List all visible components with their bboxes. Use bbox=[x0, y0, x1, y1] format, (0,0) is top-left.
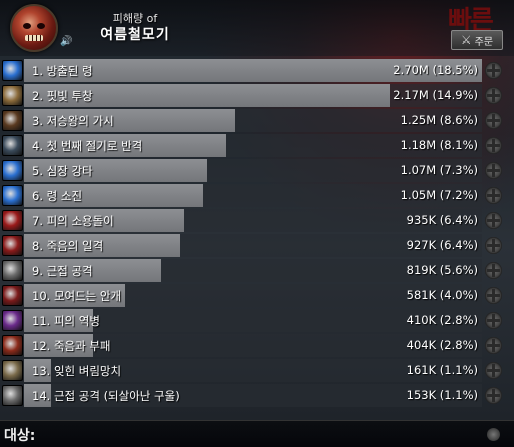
spell-name: 12. 죽음과 부패 bbox=[32, 339, 111, 353]
row-drag-handle-icon[interactable] bbox=[485, 87, 502, 104]
row-drag-handle-icon[interactable] bbox=[485, 112, 502, 129]
spell-row[interactable]: 9. 근접 공격 819K (5.6%) bbox=[0, 258, 514, 283]
spell-damage-value: 153K (1.1%) bbox=[406, 388, 478, 402]
spell-damage-value: 410K (2.8%) bbox=[406, 313, 478, 327]
spell-icon bbox=[2, 360, 23, 381]
target-label: 대상: bbox=[4, 428, 36, 444]
spell-icon bbox=[2, 135, 23, 156]
row-drag-handle-icon[interactable] bbox=[485, 387, 502, 404]
row-drag-handle-icon[interactable] bbox=[485, 287, 502, 304]
spells-toggle-button[interactable]: ⚔ 주문 bbox=[451, 30, 503, 50]
spell-name: 5. 심장 강타 bbox=[32, 164, 93, 178]
spell-row[interactable]: 5. 심장 강타 1.07M (7.3%) bbox=[0, 158, 514, 183]
swords-icon: ⚔ bbox=[460, 33, 472, 47]
spell-damage-value: 1.05M (7.2%) bbox=[400, 188, 478, 202]
spell-row[interactable]: 12. 죽음과 부패 404K (2.8%) bbox=[0, 333, 514, 358]
spell-damage-value: 404K (2.8%) bbox=[406, 338, 478, 352]
target-footer: 대상: bbox=[0, 420, 514, 447]
spell-row[interactable]: 3. 저승왕의 가시 1.25M (8.6%) bbox=[0, 108, 514, 133]
spell-icon bbox=[2, 285, 23, 306]
spell-name: 14. 근접 공격 (되살아난 구울) bbox=[32, 389, 180, 403]
spell-row[interactable]: 7. 피의 소용돌이 935K (6.4%) bbox=[0, 208, 514, 233]
row-drag-handle-icon[interactable] bbox=[485, 337, 502, 354]
spell-name: 2. 핏빛 투창 bbox=[32, 89, 93, 103]
spell-damage-value: 581K (4.0%) bbox=[406, 288, 478, 302]
spell-row[interactable]: 6. 령 소진 1.05M (7.2%) bbox=[0, 183, 514, 208]
spell-icon bbox=[2, 310, 23, 331]
spell-icon bbox=[2, 260, 23, 281]
spell-row[interactable]: 13. 잊힌 벼림망치 161K (1.1%) bbox=[0, 358, 514, 383]
spell-damage-value: 2.17M (14.9%) bbox=[393, 88, 478, 102]
spell-damage-value: 1.07M (7.3%) bbox=[400, 163, 478, 177]
spell-icon bbox=[2, 160, 23, 181]
spell-damage-value: 1.18M (8.1%) bbox=[400, 138, 478, 152]
spell-name: 13. 잊힌 벼림망치 bbox=[32, 364, 122, 378]
player-name-title: 여름철모기 bbox=[100, 27, 170, 43]
spell-damage-value: 2.70M (18.5%) bbox=[393, 63, 478, 77]
spell-icon bbox=[2, 110, 23, 131]
spell-name: 1. 방출된 령 bbox=[32, 64, 93, 78]
spell-row[interactable]: 11. 피의 역병 410K (2.8%) bbox=[0, 308, 514, 333]
spell-icon bbox=[2, 385, 23, 406]
spell-row[interactable]: 10. 모여드는 안개 581K (4.0%) bbox=[0, 283, 514, 308]
spell-row[interactable]: 14. 근접 공격 (되살아난 구울) 153K (1.1%) bbox=[0, 383, 514, 408]
spell-icon bbox=[2, 85, 23, 106]
spell-row[interactable]: 1. 방출된 령 2.70M (18.5%) bbox=[0, 58, 514, 83]
spell-damage-value: 819K (5.6%) bbox=[406, 263, 478, 277]
row-drag-handle-icon[interactable] bbox=[485, 212, 502, 229]
row-drag-handle-icon[interactable] bbox=[485, 62, 502, 79]
spell-damage-value: 935K (6.4%) bbox=[406, 213, 478, 227]
spell-damage-value: 1.25M (8.6%) bbox=[400, 113, 478, 127]
spell-name: 11. 피의 역병 bbox=[32, 314, 100, 328]
row-drag-handle-icon[interactable] bbox=[485, 362, 502, 379]
spell-row[interactable]: 8. 죽음의 일격 927K (6.4%) bbox=[0, 233, 514, 258]
spell-icon bbox=[2, 335, 23, 356]
spells-toggle-label: 주문 bbox=[474, 36, 494, 48]
row-drag-handle-icon[interactable] bbox=[485, 162, 502, 179]
row-drag-handle-icon[interactable] bbox=[485, 187, 502, 204]
resize-handle-icon[interactable] bbox=[487, 428, 500, 441]
spell-name: 3. 저승왕의 가시 bbox=[32, 114, 114, 128]
spell-icon bbox=[2, 60, 23, 81]
spell-name: 9. 근접 공격 bbox=[32, 264, 93, 278]
spell-name: 7. 피의 소용돌이 bbox=[32, 214, 114, 228]
spell-icon bbox=[2, 210, 23, 231]
row-drag-handle-icon[interactable] bbox=[485, 262, 502, 279]
row-drag-handle-icon[interactable] bbox=[485, 237, 502, 254]
spell-name: 10. 모여드는 안개 bbox=[32, 289, 122, 303]
spell-row[interactable]: 4. 첫 번째 절기로 반격 1.18M (8.1%) bbox=[0, 133, 514, 158]
row-drag-handle-icon[interactable] bbox=[485, 312, 502, 329]
spell-name: 6. 령 소진 bbox=[32, 189, 83, 203]
row-drag-handle-icon[interactable] bbox=[485, 137, 502, 154]
spell-name: 8. 죽음의 일격 bbox=[32, 239, 104, 253]
spell-damage-value: 927K (6.4%) bbox=[406, 238, 478, 252]
spell-row[interactable]: 2. 핏빛 투창 2.17M (14.9%) bbox=[0, 83, 514, 108]
backdrop-text: 빠른 bbox=[448, 6, 494, 36]
spell-name: 4. 첫 번째 절기로 반격 bbox=[32, 139, 143, 153]
spell-damage-value: 161K (1.1%) bbox=[406, 363, 478, 377]
spell-icon bbox=[2, 185, 23, 206]
meter-header: 빠른 🔊 피해량 of 여름철모기 ⚔ 주문 bbox=[0, 0, 514, 56]
spell-icon bbox=[2, 235, 23, 256]
damage-breakdown-list: 1. 방출된 령 2.70M (18.5%) 2. 핏빛 투창 2.17M (14.9… bbox=[0, 58, 514, 408]
